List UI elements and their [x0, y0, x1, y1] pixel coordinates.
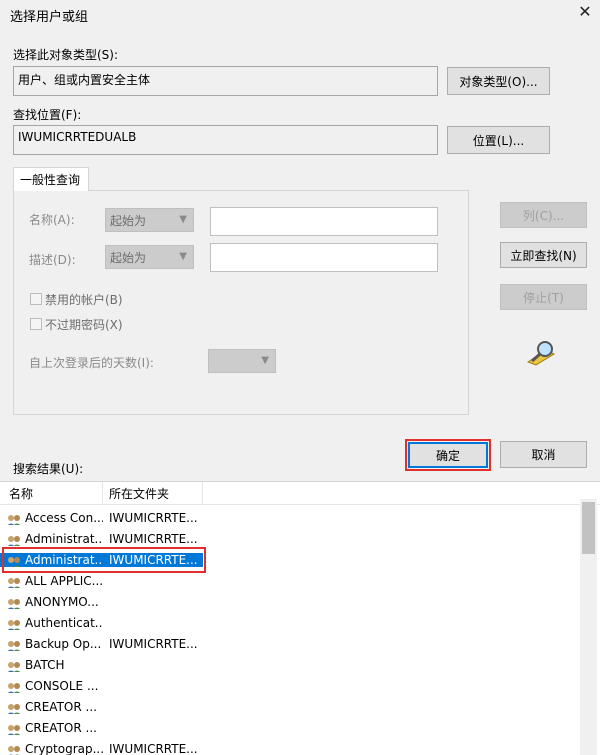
row-name: BATCH	[0, 658, 103, 672]
row-name: Backup Op...	[0, 637, 103, 651]
row-folder: IWUMICRRTE...	[109, 510, 198, 525]
row-name-text: Cryptograp...	[25, 741, 103, 755]
row-name-text: Backup Op...	[25, 636, 102, 651]
object-types-button[interactable]: 对象类型(O)...	[447, 67, 550, 95]
non-expiring-password-label: 不过期密码(X)	[45, 318, 123, 332]
table-row[interactable]: CREATOR ...	[0, 717, 580, 738]
name-condition-value: 起始为	[110, 213, 147, 228]
location-label: 查找位置(F):	[13, 108, 82, 122]
row-name-text: ANONYMO...	[25, 594, 99, 609]
non-expiring-password-checkbox[interactable]	[30, 318, 42, 330]
user-group-icon	[7, 577, 21, 588]
window-title: 选择用户或组	[10, 10, 89, 25]
row-name: CONSOLE ...	[0, 679, 103, 693]
ok-button[interactable]: 确定	[408, 442, 488, 468]
row-name: Administrat...	[0, 532, 103, 546]
chevron-down-icon: ▼	[261, 355, 269, 366]
locations-button[interactable]: 位置(L)...	[447, 126, 550, 154]
table-row[interactable]: CREATOR ...	[0, 696, 580, 717]
columns-button[interactable]: 列(C)...	[500, 202, 587, 228]
column-header-name[interactable]: 名称	[0, 482, 103, 505]
table-row[interactable]: CONSOLE ...	[0, 675, 580, 696]
search-results-label: 搜索结果(U):	[13, 462, 84, 476]
row-name: CREATOR ...	[0, 700, 103, 714]
description-input[interactable]	[210, 243, 438, 272]
name-condition-combo[interactable]: 起始为 ▼	[105, 208, 194, 232]
chevron-down-icon: ▼	[179, 214, 187, 225]
tab-general-query-label: 一般性查询	[20, 173, 81, 187]
days-since-logon-combo[interactable]: ▼	[208, 349, 276, 373]
object-type-field: 用户、组或内置安全主体	[13, 66, 438, 96]
user-group-icon	[7, 724, 21, 735]
search-results-list[interactable]: 名称 所在文件夹 Access Con... IWUMICRRTE... Admin…	[0, 481, 600, 755]
table-row[interactable]: Cryptograp... IWUMICRRTE...	[0, 738, 580, 755]
table-row[interactable]: Access Con... IWUMICRRTE...	[0, 507, 580, 528]
user-group-icon	[7, 640, 21, 651]
selected-row-highlight	[2, 547, 206, 573]
row-folder: IWUMICRRTE...	[109, 741, 198, 755]
row-folder: IWUMICRRTE...	[109, 636, 198, 651]
table-row[interactable]: Authenticat...	[0, 612, 580, 633]
user-group-icon	[7, 661, 21, 672]
row-name-text: BATCH	[25, 657, 65, 672]
user-group-icon	[7, 682, 21, 693]
name-label: 名称(A):	[29, 213, 75, 227]
user-group-icon	[7, 703, 21, 714]
row-name-text: Authenticat...	[25, 615, 103, 630]
row-name-text: Administrat...	[25, 531, 103, 546]
chevron-down-icon: ▼	[179, 251, 187, 262]
description-condition-value: 起始为	[110, 250, 147, 265]
find-now-button[interactable]: 立即查找(N)	[500, 242, 587, 268]
name-input[interactable]	[210, 207, 438, 236]
user-group-icon	[8, 745, 20, 755]
user-group-icon	[7, 514, 21, 525]
row-name-text: CREATOR ...	[25, 699, 97, 714]
row-name: Cryptograp...	[0, 742, 103, 755]
results-scrollbar-thumb[interactable]	[582, 502, 595, 554]
table-row[interactable]: ANONYMO...	[0, 591, 580, 612]
tab-general-query[interactable]: 一般性查询	[13, 167, 89, 191]
row-folder: IWUMICRRTE...	[109, 531, 198, 546]
description-condition-combo[interactable]: 起始为 ▼	[105, 245, 194, 269]
row-name-text: ALL APPLIC...	[25, 573, 103, 588]
row-name-text: CONSOLE ...	[25, 678, 99, 693]
table-row[interactable]: Administrat... IWUMICRRTE...	[0, 528, 580, 549]
table-row[interactable]: ALL APPLIC...	[0, 570, 580, 591]
disabled-accounts-label: 禁用的帐户(B)	[45, 293, 123, 307]
close-icon[interactable]: ✕	[576, 3, 594, 21]
row-name-text: CREATOR ...	[25, 720, 97, 735]
row-name: Access Con...	[0, 511, 103, 525]
row-name: ALL APPLIC...	[0, 574, 103, 588]
row-name: ANONYMO...	[0, 595, 103, 609]
days-since-logon-label: 自上次登录后的天数(I):	[29, 356, 154, 370]
user-group-icon	[7, 535, 21, 546]
location-field: IWUMICRRTEDUALB	[13, 125, 438, 155]
table-row[interactable]: BATCH	[0, 654, 580, 675]
cancel-button[interactable]: 取消	[500, 441, 587, 468]
stop-button[interactable]: 停止(T)	[500, 284, 587, 310]
search-flashlight-icon	[526, 341, 556, 366]
column-header-folder[interactable]: 所在文件夹	[103, 482, 203, 505]
user-group-icon	[7, 619, 21, 630]
disabled-accounts-checkbox[interactable]	[30, 293, 42, 305]
user-group-icon	[7, 598, 21, 609]
results-header: 名称 所在文件夹	[0, 482, 600, 505]
description-label: 描述(D):	[29, 253, 76, 267]
row-name-text: Access Con...	[25, 510, 103, 525]
row-name: CREATOR ...	[0, 721, 103, 735]
table-row[interactable]: Backup Op... IWUMICRRTE...	[0, 633, 580, 654]
object-type-label: 选择此对象类型(S):	[13, 48, 119, 62]
row-name: Authenticat...	[0, 616, 103, 630]
